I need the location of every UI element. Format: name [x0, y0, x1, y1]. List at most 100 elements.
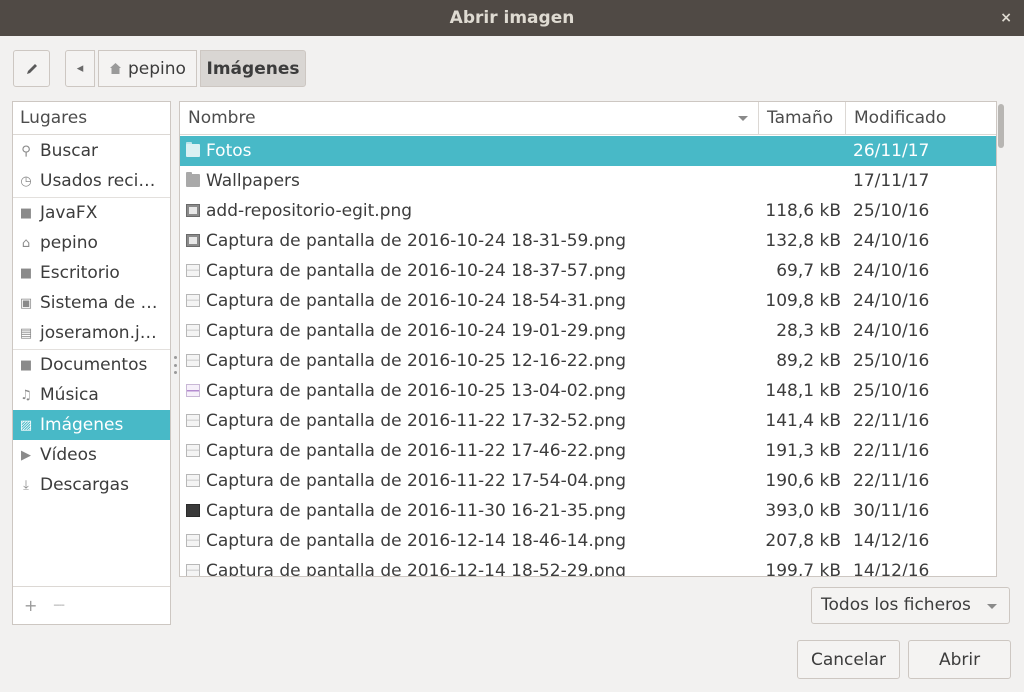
image-file-icon: [186, 534, 200, 547]
file-name: Captura de pantalla de 2016-10-25 13-04-…: [206, 381, 627, 401]
file-row[interactable]: Captura de pantalla de 2016-10-24 18-31-…: [180, 226, 996, 256]
column-header-modified[interactable]: Modificado: [846, 102, 996, 135]
sidebar-item-music[interactable]: ♫ Música: [13, 380, 170, 410]
home-icon: [110, 63, 121, 74]
file-size: 141,4 kB: [765, 411, 841, 431]
cancel-button[interactable]: Cancelar: [797, 640, 900, 679]
sidebar-item-javafx[interactable]: ■ JavaFX: [13, 198, 170, 228]
file-modified: 26/11/17: [853, 141, 930, 161]
file-list: Nombre Tamaño Modificado Fotos 26/11/17 Wa…: [179, 101, 997, 577]
folder-row[interactable]: Wallpapers 17/11/17: [180, 166, 996, 196]
title-bar: Abrir imagen ×: [0, 0, 1024, 36]
file-name: Captura de pantalla de 2016-11-22 17-32-…: [206, 411, 627, 431]
sidebar-item-search[interactable]: ⚲ Buscar: [13, 136, 170, 166]
file-row[interactable]: Captura de pantalla de 2016-11-22 17-54-…: [180, 466, 996, 496]
column-label: Modificado: [854, 108, 947, 128]
file-size: 28,3 kB: [776, 321, 841, 341]
file-size: 393,0 kB: [765, 501, 841, 521]
sidebar-item-network-drive[interactable]: ▤ joseramon.j…: [13, 318, 170, 348]
file-row[interactable]: Captura de pantalla de 2016-10-24 18-54-…: [180, 286, 996, 316]
file-row[interactable]: Captura de pantalla de 2016-10-24 19-01-…: [180, 316, 996, 346]
file-modified: 25/10/16: [853, 381, 930, 401]
remove-bookmark-button[interactable]: ----: [53, 600, 64, 611]
search-icon: ⚲: [21, 143, 31, 159]
image-file-icon: [186, 354, 200, 367]
breadcrumb-current[interactable]: Imágenes: [200, 50, 306, 87]
open-button[interactable]: Abrir: [908, 640, 1011, 679]
file-name: Fotos: [206, 141, 252, 161]
button-label: Cancelar: [811, 649, 886, 670]
file-size: 207,8 kB: [765, 531, 841, 551]
file-row[interactable]: Captura de pantalla de 2016-11-22 17-46-…: [180, 436, 996, 466]
file-row[interactable]: Captura de pantalla de 2016-10-25 12-16-…: [180, 346, 996, 376]
file-modified: 24/10/16: [853, 231, 930, 251]
file-row[interactable]: Captura de pantalla de 2016-12-14 18-52-…: [180, 556, 996, 577]
image-file-icon: [186, 414, 200, 427]
sidebar-item-label: Descargas: [40, 475, 129, 495]
pencil-icon: [26, 63, 37, 74]
file-modified: 25/10/16: [853, 201, 930, 221]
column-label: Tamaño: [767, 108, 834, 128]
file-row[interactable]: Captura de pantalla de 2016-10-25 13-04-…: [180, 376, 996, 406]
file-name: Captura de pantalla de 2016-12-14 18-52-…: [206, 561, 627, 577]
close-icon[interactable]: ×: [1000, 0, 1012, 36]
file-size: 190,6 kB: [765, 471, 841, 491]
sidebar-item-filesystem[interactable]: ▣ Sistema de …: [13, 288, 170, 318]
file-modified: 25/10/16: [853, 351, 930, 371]
file-size: 109,8 kB: [765, 291, 841, 311]
file-name: Captura de pantalla de 2016-11-30 16-21-…: [206, 501, 627, 521]
file-name: Captura de pantalla de 2016-10-25 12-16-…: [206, 351, 627, 371]
video-icon: ▶: [21, 447, 31, 463]
file-name: Wallpapers: [206, 171, 300, 191]
sidebar-item-home[interactable]: ⌂ pepino: [13, 228, 170, 258]
breadcrumb-label: pepino: [128, 58, 186, 79]
pictures-icon: ▨: [19, 417, 33, 433]
sidebar-item-videos[interactable]: ▶ Vídeos: [13, 440, 170, 470]
sidebar-item-recent[interactable]: ◷ Usados reci…: [13, 166, 170, 196]
file-modified: 22/11/16: [853, 471, 930, 491]
breadcrumb-home[interactable]: pepino: [98, 50, 197, 87]
back-button[interactable]: ◂: [65, 50, 95, 87]
download-icon: ⤓: [23, 477, 29, 493]
file-row[interactable]: Captura de pantalla de 2016-12-14 18-46-…: [180, 526, 996, 556]
sidebar-item-documents[interactable]: ■ Documentos: [13, 350, 170, 380]
button-label: Abrir: [938, 649, 981, 670]
file-row[interactable]: Captura de pantalla de 2016-11-30 16-21-…: [180, 496, 996, 526]
documents-icon: ■: [19, 357, 33, 373]
dropdown-arrow-icon: [987, 604, 997, 609]
sidebar-item-pictures[interactable]: ▨ Imágenes: [13, 410, 170, 440]
column-label: Nombre: [188, 108, 256, 128]
sidebar-item-label: Vídeos: [40, 445, 97, 465]
sidebar-item-downloads[interactable]: ⤓ Descargas: [13, 470, 170, 500]
file-row[interactable]: Captura de pantalla de 2016-10-24 18-37-…: [180, 256, 996, 286]
clock-icon: ◷: [20, 173, 32, 189]
file-modified: 14/12/16: [853, 531, 930, 551]
file-name: Captura de pantalla de 2016-12-14 18-46-…: [206, 531, 627, 551]
image-file-icon: [186, 264, 200, 277]
folder-icon: [186, 142, 200, 157]
file-row[interactable]: Captura de pantalla de 2016-11-22 17-32-…: [180, 406, 996, 436]
drive-icon: ▣: [19, 295, 33, 311]
file-name: Captura de pantalla de 2016-11-22 17-46-…: [206, 441, 627, 461]
folder-row[interactable]: Fotos 26/11/17: [180, 136, 996, 166]
sidebar-item-label: pepino: [40, 233, 98, 253]
column-header-name[interactable]: Nombre: [180, 102, 759, 135]
file-name: Captura de pantalla de 2016-10-24 18-37-…: [206, 261, 627, 281]
pane-resize-handle[interactable]: [173, 356, 177, 374]
scrollbar-thumb[interactable]: [998, 104, 1004, 148]
file-size: 148,1 kB: [765, 381, 841, 401]
image-file-icon: [186, 474, 200, 487]
add-bookmark-button[interactable]: +: [24, 596, 37, 615]
places-sidebar: Lugares ⚲ Buscar ◷ Usados reci… ■ JavaFX…: [12, 101, 171, 625]
file-type-filter[interactable]: Todos los ficheros: [811, 587, 1010, 624]
sidebar-item-desktop[interactable]: ■ Escritorio: [13, 258, 170, 288]
column-header-size[interactable]: Tamaño: [759, 102, 846, 135]
file-modified: 22/11/16: [853, 441, 930, 461]
file-name: Captura de pantalla de 2016-10-24 18-31-…: [206, 231, 627, 251]
sort-descending-icon: [738, 116, 748, 121]
file-row[interactable]: add-repositorio-egit.png 118,6 kB 25/10/16: [180, 196, 996, 226]
sidebar-item-label: joseramon.j…: [40, 323, 157, 343]
edit-location-button[interactable]: [13, 50, 50, 87]
file-modified: 24/10/16: [853, 291, 930, 311]
file-modified: 24/10/16: [853, 261, 930, 281]
